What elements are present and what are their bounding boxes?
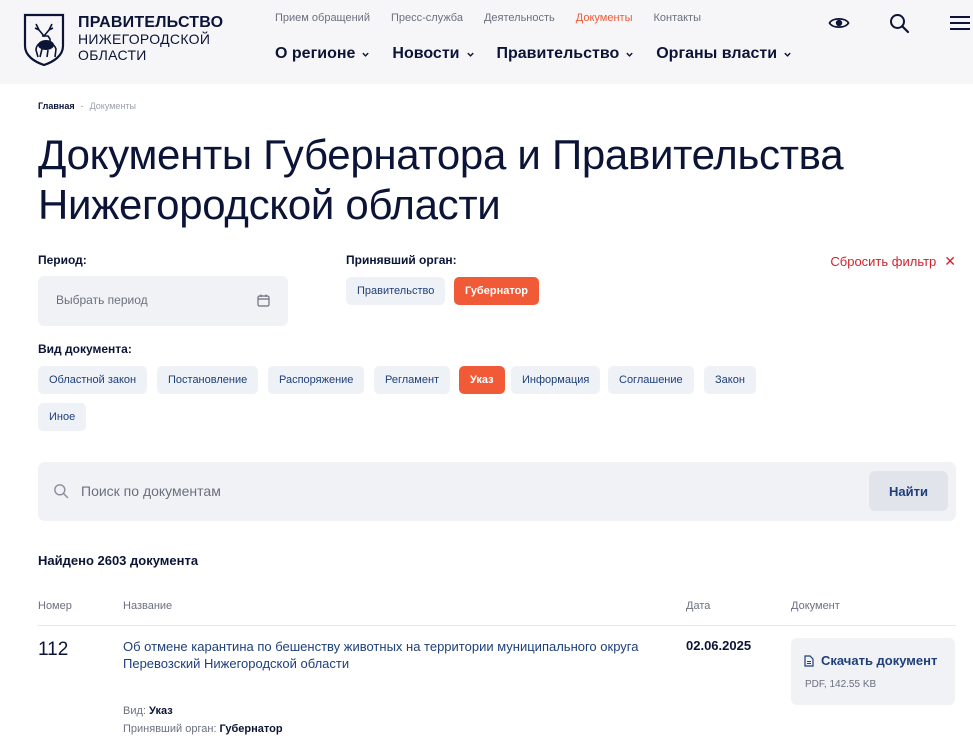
main-nav-label: Правительство (496, 45, 620, 62)
download-card: Скачать документ PDF, 142.55 KB (791, 638, 955, 705)
document-date: 02.06.2025 (686, 638, 752, 653)
file-icon (804, 654, 814, 667)
document-organ-line: Принявший орган: Губернатор (123, 723, 283, 735)
search-input[interactable] (81, 478, 781, 504)
document-search: Найти (38, 462, 956, 521)
type-chip-regulation[interactable]: Регламент (374, 366, 451, 394)
breadcrumb-separator: - (80, 101, 84, 111)
chevron-down-icon (466, 52, 474, 57)
reset-filter-label: Сбросить фильтр (830, 254, 937, 269)
top-link-documents[interactable]: Документы (576, 12, 633, 24)
document-type-key: Вид: (123, 705, 146, 717)
reset-filter-button[interactable]: Сбросить фильтр ✕ (830, 253, 956, 270)
search-icon (54, 484, 69, 499)
eye-icon[interactable] (828, 12, 850, 34)
main-nav-authorities[interactable]: Органы власти (656, 45, 792, 63)
breadcrumb: Главная - Документы (38, 101, 136, 111)
download-label: Скачать документ (821, 653, 938, 668)
period-label: Период: (38, 253, 87, 267)
coat-of-arms-logo[interactable] (22, 12, 66, 66)
top-link-press[interactable]: Пресс-служба (391, 12, 463, 24)
chevron-down-icon (362, 52, 370, 57)
results-count: Найдено 2603 документа (38, 553, 199, 568)
type-label: Вид документа: (38, 342, 132, 356)
period-picker[interactable]: Выбрать период (38, 276, 288, 326)
top-link-priem[interactable]: Прием обращений (275, 12, 370, 24)
logo-line-1: ПРАВИТЕЛЬСТВО (78, 14, 224, 31)
document-type-line: Вид: Указ (123, 705, 173, 717)
file-meta: PDF, 142.55 KB (805, 679, 877, 690)
main-nav-news[interactable]: Новости (392, 45, 474, 63)
type-chip-oblast-law[interactable]: Областной закон (38, 366, 148, 394)
main-nav: О регионе Новости Правительство Органы в… (275, 45, 814, 63)
download-document-button[interactable]: Скачать документ (804, 653, 937, 668)
column-header-date: Дата (686, 600, 711, 612)
close-icon: ✕ (944, 253, 956, 269)
type-chip-other[interactable]: Иное (38, 403, 87, 431)
type-chip-law[interactable]: Закон (704, 366, 756, 394)
page-title: Документы Губернатора и Правительства Ни… (38, 131, 844, 228)
type-chip-information[interactable]: Информация (511, 366, 601, 394)
document-title-link[interactable]: Об отмене карантина по бешенству животны… (123, 638, 643, 672)
organ-chip-governor[interactable]: Губернатор (454, 277, 540, 305)
period-placeholder: Выбрать период (56, 293, 148, 307)
type-chip-agreement[interactable]: Соглашение (608, 366, 694, 394)
search-submit-button[interactable]: Найти (869, 471, 948, 511)
organ-chip-government[interactable]: Правительство (346, 277, 446, 305)
table-divider (38, 625, 956, 626)
menu-icon[interactable] (948, 12, 970, 34)
column-header-name: Название (123, 600, 173, 612)
type-chip-decree[interactable]: Указ (459, 366, 505, 394)
logo-text[interactable]: ПРАВИТЕЛЬСТВО НИЖЕГОРОДСКОЙ ОБЛАСТИ (78, 14, 223, 63)
logo-line-2: НИЖЕГОРОДСКОЙ (78, 31, 211, 47)
search-icon[interactable] (888, 12, 910, 34)
document-organ-value: Губернатор (219, 723, 283, 735)
logo-line-3: ОБЛАСТИ (78, 47, 147, 63)
document-number: 112 (38, 639, 69, 660)
main-nav-label: Новости (392, 45, 460, 62)
top-link-contacts[interactable]: Контакты (653, 12, 701, 24)
breadcrumb-home[interactable]: Главная (38, 101, 75, 111)
column-header-number: Номер (38, 600, 72, 612)
type-chip-resolution[interactable]: Постановление (157, 366, 259, 394)
document-type-value: Указ (149, 705, 173, 717)
main-nav-label: Органы власти (656, 45, 778, 62)
breadcrumb-current: Документы (89, 101, 137, 111)
column-header-document: Документ (791, 600, 840, 612)
organ-label: Принявший орган: (346, 253, 457, 267)
top-links: Прием обращений Пресс-служба Деятельност… (275, 12, 722, 24)
chevron-down-icon (784, 52, 791, 57)
main-nav-region[interactable]: О регионе (275, 45, 370, 63)
calendar-icon (257, 294, 270, 307)
chevron-down-icon (626, 52, 633, 57)
top-link-activity[interactable]: Деятельность (484, 12, 555, 24)
main-nav-label: О регионе (275, 45, 356, 62)
type-chip-order[interactable]: Распоряжение (268, 366, 365, 394)
main-nav-government[interactable]: Правительство (497, 45, 635, 63)
document-organ-key: Принявший орган: (123, 723, 217, 735)
site-header: ПРАВИТЕЛЬСТВО НИЖЕГОРОДСКОЙ ОБЛАСТИ Прие… (0, 0, 973, 84)
